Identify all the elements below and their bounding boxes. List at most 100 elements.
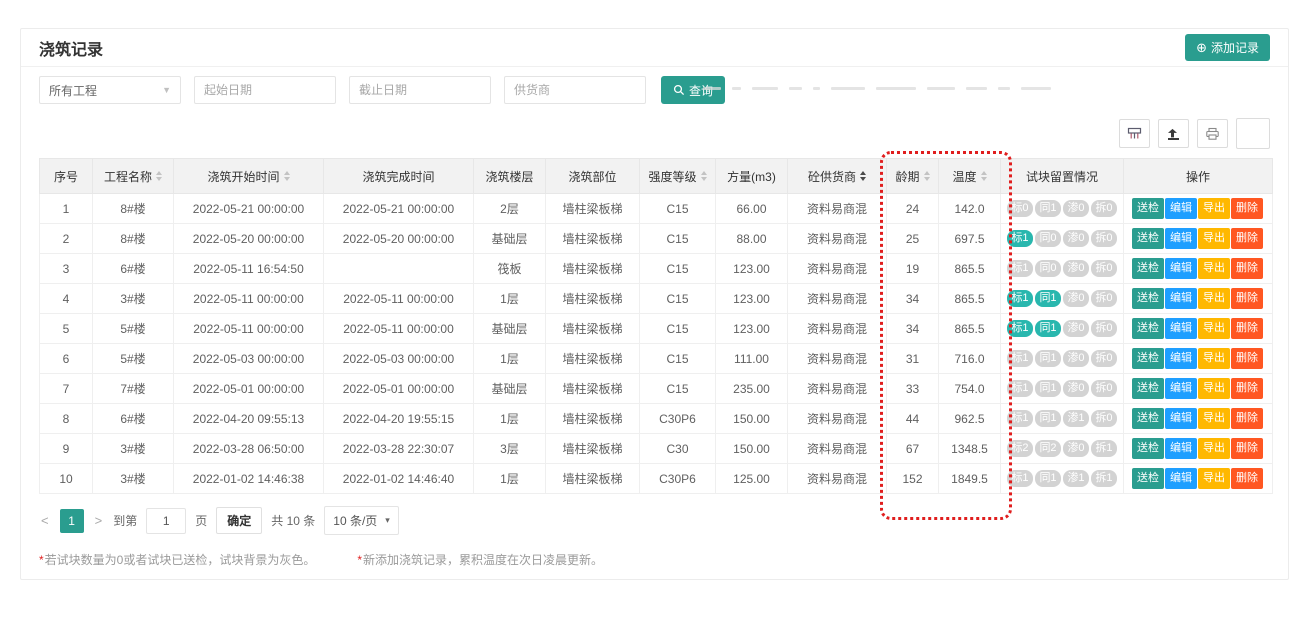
block-badge[interactable]: 拆0 — [1091, 320, 1117, 337]
block-badge[interactable]: 拆1 — [1091, 440, 1117, 457]
edit-button[interactable]: 编辑 — [1165, 198, 1197, 219]
search-button[interactable]: 查询 — [661, 76, 725, 104]
delete-button[interactable]: 删除 — [1231, 198, 1263, 219]
goto-page-input[interactable] — [146, 508, 186, 534]
block-badge[interactable]: 同1 — [1035, 380, 1061, 397]
block-badge[interactable]: 同1 — [1035, 350, 1061, 367]
send-inspection-button[interactable]: 送检 — [1132, 468, 1164, 489]
col-header-age[interactable]: 龄期 — [887, 159, 939, 194]
block-badge[interactable]: 拆0 — [1091, 290, 1117, 307]
send-inspection-button[interactable]: 送检 — [1132, 348, 1164, 369]
export-row-button[interactable]: 导出 — [1198, 378, 1230, 399]
col-header-start[interactable]: 浇筑开始时间 — [174, 159, 324, 194]
end-date-input[interactable] — [349, 76, 491, 104]
col-header-supplier[interactable]: 砼供货商 — [788, 159, 887, 194]
export-row-button[interactable]: 导出 — [1198, 288, 1230, 309]
delete-button[interactable]: 删除 — [1231, 468, 1263, 489]
block-badge[interactable]: 渗0 — [1063, 260, 1089, 277]
block-badge[interactable]: 标1 — [1007, 410, 1033, 427]
block-badge[interactable]: 标1 — [1007, 470, 1033, 487]
export-row-button[interactable]: 导出 — [1198, 468, 1230, 489]
page-size-select[interactable]: 10 条/页 ▾ — [324, 506, 399, 535]
block-badge[interactable]: 标1 — [1007, 260, 1033, 277]
block-badge[interactable]: 渗0 — [1063, 200, 1089, 217]
block-badge[interactable]: 渗0 — [1063, 380, 1089, 397]
col-header-project[interactable]: 工程名称 — [93, 159, 174, 194]
block-badge[interactable]: 同0 — [1035, 260, 1061, 277]
supplier-input[interactable] — [504, 76, 646, 104]
edit-button[interactable]: 编辑 — [1165, 438, 1197, 459]
block-badge[interactable]: 拆0 — [1091, 380, 1117, 397]
export-row-button[interactable]: 导出 — [1198, 258, 1230, 279]
block-badge[interactable]: 渗0 — [1063, 440, 1089, 457]
delete-button[interactable]: 删除 — [1231, 348, 1263, 369]
send-inspection-button[interactable]: 送检 — [1132, 258, 1164, 279]
block-badge[interactable]: 标1 — [1007, 290, 1033, 307]
block-badge[interactable]: 渗1 — [1063, 410, 1089, 427]
sort-icon[interactable] — [284, 171, 290, 181]
edit-button[interactable]: 编辑 — [1165, 318, 1197, 339]
send-inspection-button[interactable]: 送检 — [1132, 378, 1164, 399]
block-badge[interactable]: 同1 — [1035, 410, 1061, 427]
send-inspection-button[interactable]: 送检 — [1132, 408, 1164, 429]
sort-icon[interactable] — [156, 171, 162, 181]
sort-icon[interactable] — [701, 171, 707, 181]
block-badge[interactable]: 标2 — [1007, 440, 1033, 457]
blank-square-button[interactable] — [1236, 118, 1270, 149]
block-badge[interactable]: 同1 — [1035, 320, 1061, 337]
block-badge[interactable]: 标1 — [1007, 380, 1033, 397]
block-badge[interactable]: 渗0 — [1063, 230, 1089, 247]
block-badge[interactable]: 拆0 — [1091, 350, 1117, 367]
prev-page-button[interactable]: < — [39, 513, 51, 528]
start-date-input[interactable] — [194, 76, 336, 104]
print-button[interactable] — [1197, 119, 1228, 148]
edit-button[interactable]: 编辑 — [1165, 348, 1197, 369]
block-badge[interactable]: 渗0 — [1063, 350, 1089, 367]
delete-button[interactable]: 删除 — [1231, 318, 1263, 339]
sort-icon[interactable] — [860, 171, 866, 181]
block-badge[interactable]: 同1 — [1035, 470, 1061, 487]
send-inspection-button[interactable]: 送检 — [1132, 438, 1164, 459]
block-badge[interactable]: 渗0 — [1063, 290, 1089, 307]
delete-button[interactable]: 删除 — [1231, 288, 1263, 309]
edit-button[interactable]: 编辑 — [1165, 288, 1197, 309]
add-record-button[interactable]: ⊕ 添加记录 — [1185, 34, 1270, 61]
col-header-temp[interactable]: 温度 — [939, 159, 1001, 194]
sort-icon[interactable] — [924, 171, 930, 181]
block-badge[interactable]: 同1 — [1035, 200, 1061, 217]
export-row-button[interactable]: 导出 — [1198, 408, 1230, 429]
export-row-button[interactable]: 导出 — [1198, 228, 1230, 249]
export-row-button[interactable]: 导出 — [1198, 348, 1230, 369]
send-inspection-button[interactable]: 送检 — [1132, 198, 1164, 219]
block-badge[interactable]: 同2 — [1035, 440, 1061, 457]
project-filter-select[interactable]: 所有工程 ▼ — [39, 76, 181, 104]
export-row-button[interactable]: 导出 — [1198, 318, 1230, 339]
block-badge[interactable]: 同1 — [1035, 290, 1061, 307]
block-badge[interactable]: 同0 — [1035, 230, 1061, 247]
block-badge[interactable]: 拆0 — [1091, 260, 1117, 277]
delete-button[interactable]: 删除 — [1231, 438, 1263, 459]
columns-filter-button[interactable] — [1119, 119, 1150, 148]
send-inspection-button[interactable]: 送检 — [1132, 228, 1164, 249]
block-badge[interactable]: 拆0 — [1091, 410, 1117, 427]
block-badge[interactable]: 拆1 — [1091, 470, 1117, 487]
edit-button[interactable]: 编辑 — [1165, 408, 1197, 429]
send-inspection-button[interactable]: 送检 — [1132, 288, 1164, 309]
send-inspection-button[interactable]: 送检 — [1132, 318, 1164, 339]
export-row-button[interactable]: 导出 — [1198, 198, 1230, 219]
block-badge[interactable]: 渗1 — [1063, 470, 1089, 487]
delete-button[interactable]: 删除 — [1231, 228, 1263, 249]
edit-button[interactable]: 编辑 — [1165, 378, 1197, 399]
block-badge[interactable]: 标0 — [1007, 200, 1033, 217]
sort-icon[interactable] — [981, 171, 987, 181]
col-header-grade[interactable]: 强度等级 — [640, 159, 716, 194]
block-badge[interactable]: 拆0 — [1091, 230, 1117, 247]
next-page-button[interactable]: > — [93, 513, 105, 528]
block-badge[interactable]: 标1 — [1007, 320, 1033, 337]
delete-button[interactable]: 删除 — [1231, 408, 1263, 429]
block-badge[interactable]: 拆0 — [1091, 200, 1117, 217]
confirm-page-button[interactable]: 确定 — [216, 507, 262, 534]
export-button[interactable] — [1158, 119, 1189, 148]
current-page-button[interactable]: 1 — [60, 509, 84, 533]
edit-button[interactable]: 编辑 — [1165, 258, 1197, 279]
